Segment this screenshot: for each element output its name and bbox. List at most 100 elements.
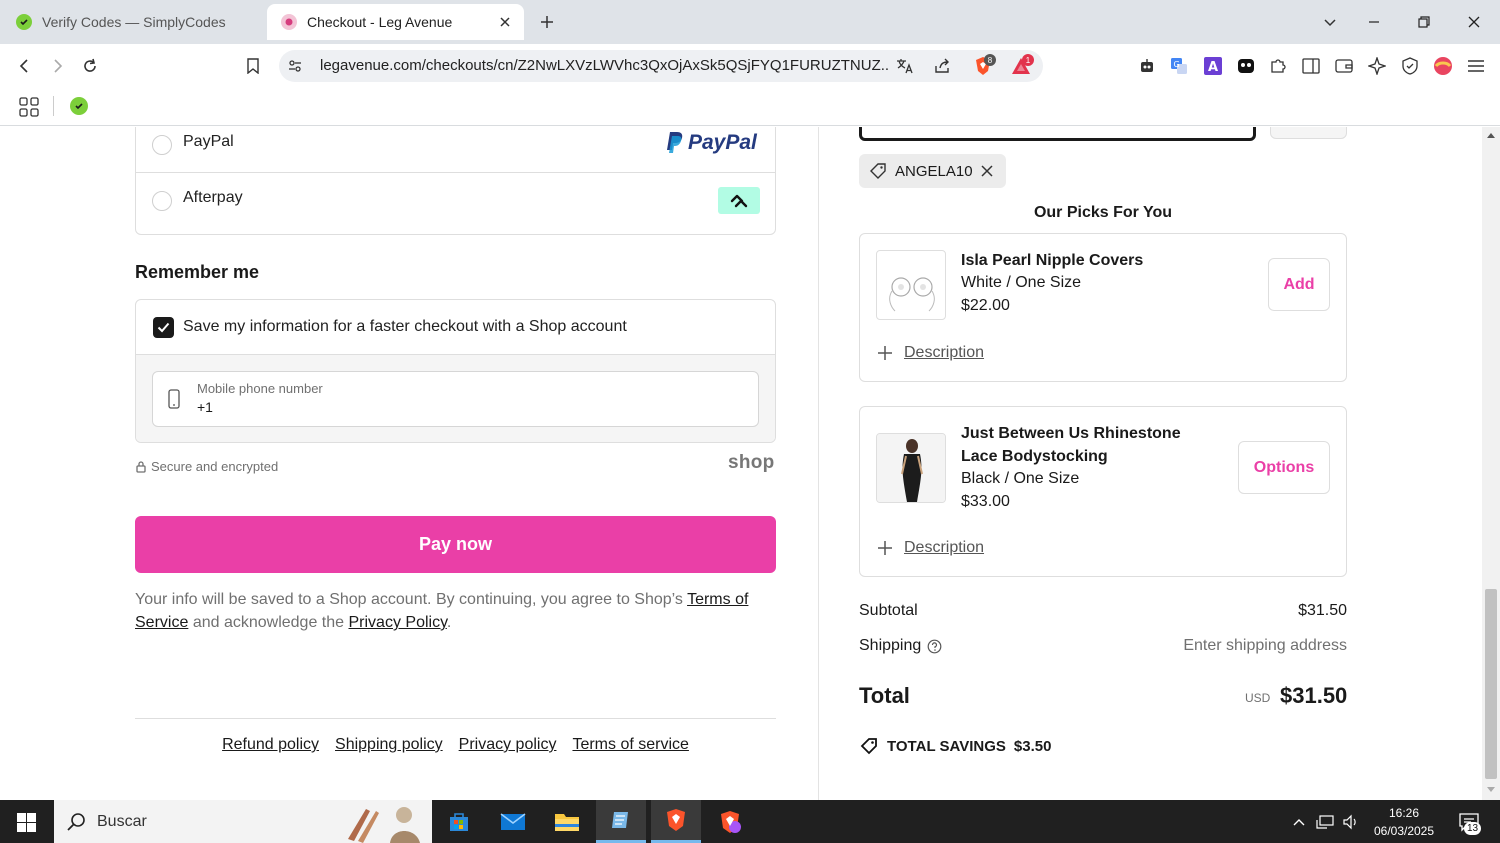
- tab-search-chevron-icon[interactable]: [1318, 10, 1342, 34]
- robot-extension-icon[interactable]: [1137, 56, 1157, 76]
- svg-text:G: G: [1174, 60, 1180, 69]
- paypal-radio[interactable]: [152, 135, 172, 155]
- scroll-down-arrow-icon[interactable]: [1486, 786, 1496, 794]
- product-thumbnail[interactable]: [876, 433, 946, 503]
- forward-icon[interactable]: [45, 54, 69, 78]
- tab-checkout[interactable]: Checkout - Leg Avenue: [267, 4, 524, 40]
- wallet-icon[interactable]: [1334, 56, 1354, 76]
- reload-icon[interactable]: [78, 54, 102, 78]
- minimize-icon[interactable]: [1362, 10, 1386, 34]
- phone-section: Mobile phone number +1: [136, 355, 775, 442]
- save-info-checkbox[interactable]: [153, 317, 174, 338]
- brave-rewards-icon[interactable]: 1: [1011, 54, 1034, 76]
- privacy-policy-link[interactable]: Privacy Policy: [349, 614, 447, 631]
- tab-strip: Verify Codes — SimplyCodes Checkout - Le…: [0, 0, 1500, 44]
- sidebar-icon[interactable]: [1301, 56, 1321, 76]
- clock-time: 16:26: [1388, 806, 1420, 820]
- plus-icon: [878, 346, 892, 360]
- subtotal-value: $31.50: [1298, 602, 1347, 619]
- taskbar-clock[interactable]: 16:26 06/03/2025: [1366, 804, 1442, 840]
- footer-link-terms[interactable]: Terms of service: [572, 736, 688, 754]
- save-info-row[interactable]: Save my information for a faster checkou…: [136, 300, 775, 355]
- brave-shields-icon[interactable]: 8: [973, 54, 996, 76]
- close-window-icon[interactable]: [1462, 10, 1486, 34]
- pick-name-line-1: Just Between Us Rhinestone: [961, 425, 1181, 442]
- mobile-phone-field[interactable]: Mobile phone number +1: [152, 371, 759, 427]
- monster-extension-icon[interactable]: [1236, 56, 1256, 76]
- description-toggle[interactable]: Description: [878, 539, 984, 557]
- share-icon[interactable]: [933, 57, 951, 75]
- afterpay-radio[interactable]: [152, 191, 172, 211]
- site-settings-icon[interactable]: [287, 58, 303, 74]
- remember-me-heading: Remember me: [135, 262, 260, 282]
- tag-icon: [869, 162, 887, 180]
- microsoft-store-icon[interactable]: [434, 800, 484, 843]
- discount-code-input[interactable]: [859, 127, 1256, 141]
- profile-avatar-icon[interactable]: [1433, 56, 1453, 76]
- font-extension-icon[interactable]: A: [1203, 56, 1223, 76]
- taskbar-search[interactable]: Buscar: [54, 800, 432, 843]
- svg-text:A: A: [1208, 60, 1218, 75]
- apply-discount-button[interactable]: [1270, 127, 1347, 139]
- translate-icon[interactable]: [896, 58, 914, 74]
- footer-link-privacy[interactable]: Privacy policy: [459, 736, 557, 754]
- footer-link-refund[interactable]: Refund policy: [222, 736, 319, 754]
- new-tab-icon[interactable]: [536, 11, 558, 33]
- volume-icon[interactable]: [1340, 800, 1362, 843]
- vpn-icon[interactable]: [1400, 56, 1420, 76]
- add-pick-button[interactable]: Add: [1268, 258, 1330, 311]
- tray-overflow-chevron-icon[interactable]: [1288, 800, 1310, 843]
- taskbar-search-placeholder: Buscar: [97, 813, 147, 830]
- google-translate-extension-icon[interactable]: G: [1169, 56, 1189, 76]
- url-text: legavenue.com/checkouts/cn/Z2NwLXVzLWVhc…: [320, 57, 890, 74]
- description-toggle[interactable]: Description: [878, 344, 984, 362]
- tab-simplycodes[interactable]: Verify Codes — SimplyCodes: [16, 4, 256, 40]
- restore-icon[interactable]: [1412, 10, 1436, 34]
- brave-profile-icon[interactable]: [705, 800, 755, 843]
- plus-icon: [878, 541, 892, 555]
- notes-app-icon[interactable]: [596, 800, 646, 843]
- network-icon[interactable]: [1314, 800, 1336, 843]
- legal-text-2: and acknowledge the: [192, 614, 345, 631]
- file-explorer-icon[interactable]: [542, 800, 592, 843]
- apps-grid-icon[interactable]: [19, 97, 39, 117]
- back-icon[interactable]: [13, 54, 37, 78]
- options-pick-button[interactable]: Options: [1238, 441, 1330, 494]
- phone-field-label: Mobile phone number: [197, 381, 323, 396]
- mail-icon[interactable]: [488, 800, 538, 843]
- brave-browser-icon[interactable]: [651, 800, 701, 843]
- address-bar[interactable]: legavenue.com/checkouts/cn/Z2NwLXVzLWVhc…: [279, 50, 1043, 82]
- pick-card: Just Between Us Rhinestone Lace Bodystoc…: [859, 406, 1347, 577]
- payment-option-afterpay[interactable]: Afterpay: [136, 173, 775, 228]
- footer-link-shipping[interactable]: Shipping policy: [335, 736, 443, 754]
- scroll-up-arrow-icon[interactable]: [1486, 131, 1496, 139]
- extensions-puzzle-icon[interactable]: [1268, 56, 1288, 76]
- footer-divider: [135, 718, 776, 719]
- paypal-label: PayPal: [183, 133, 234, 150]
- pick-name-line-2: Lace Bodystocking: [961, 448, 1108, 465]
- pay-now-button[interactable]: Pay now: [135, 516, 776, 573]
- close-tab-icon[interactable]: [496, 13, 514, 31]
- description-label: Description: [904, 344, 985, 361]
- scroll-thumb[interactable]: [1485, 589, 1497, 779]
- total-savings: TOTAL SAVINGS $3.50: [859, 737, 1051, 755]
- pick-variant: Black / One Size: [961, 470, 1080, 487]
- payment-option-paypal[interactable]: PayPal PayPal: [136, 127, 775, 173]
- menu-icon[interactable]: [1466, 56, 1486, 76]
- simplycodes-bookmark-icon[interactable]: [70, 97, 88, 115]
- page-scrollbar[interactable]: [1482, 127, 1500, 800]
- search-icon: [66, 812, 86, 832]
- savings-tag-icon: [859, 737, 879, 755]
- search-highlight-illustration: [344, 803, 432, 843]
- notifications-icon[interactable]: 13: [1452, 800, 1486, 843]
- help-circle-icon[interactable]: [927, 639, 942, 654]
- product-thumbnail[interactable]: [876, 250, 946, 320]
- clock-date: 06/03/2025: [1373, 824, 1435, 838]
- bookmark-icon[interactable]: [241, 54, 265, 78]
- leo-ai-icon[interactable]: [1367, 56, 1387, 76]
- pick-price: $33.00: [961, 493, 1010, 510]
- remove-discount-icon[interactable]: [981, 165, 993, 177]
- windows-taskbar: Buscar 16:26 06/03/2025 13: [0, 800, 1500, 843]
- afterpay-label: Afterpay: [183, 189, 243, 206]
- windows-start-icon[interactable]: [17, 813, 36, 832]
